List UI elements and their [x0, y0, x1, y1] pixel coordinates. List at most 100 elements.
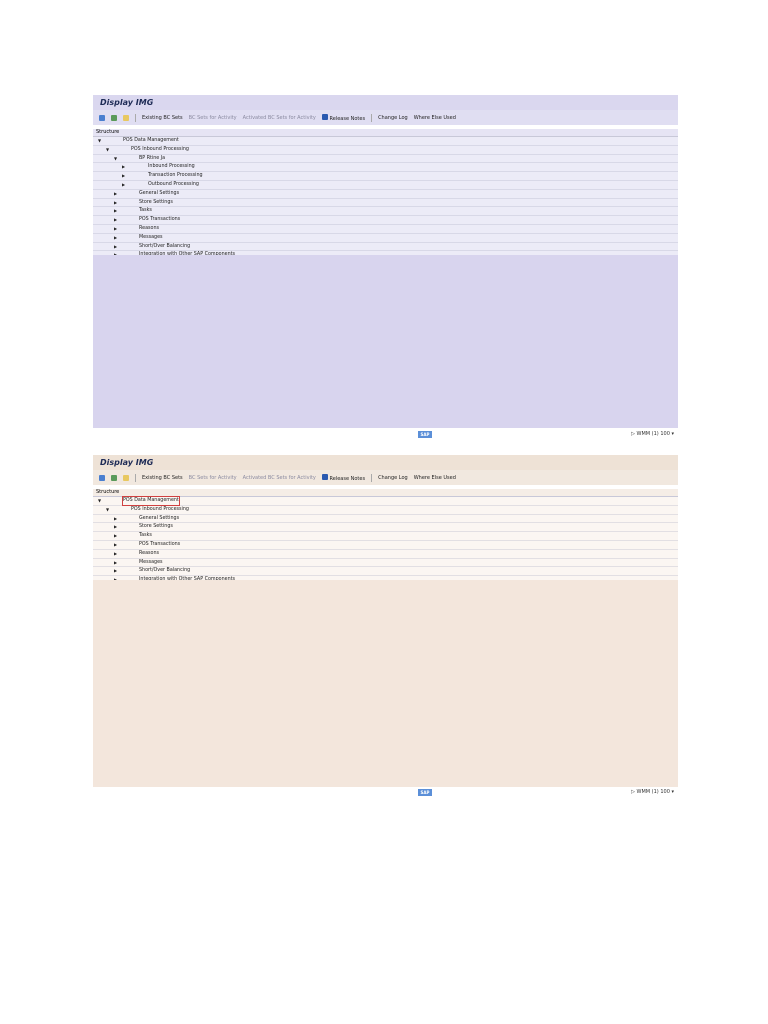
tree-node[interactable]: ▶ Inbound Processing — [93, 163, 678, 173]
collapse-arrow-icon[interactable]: ▼ — [106, 146, 109, 154]
tree-node[interactable]: ▼ BP Rtine Ja — [93, 155, 678, 164]
find-icon[interactable] — [99, 474, 105, 481]
release-notes-button[interactable]: Release Notes — [321, 113, 366, 122]
expand-arrow-icon[interactable]: ▶ — [114, 207, 117, 215]
tree-node-label[interactable]: General Settings — [139, 190, 179, 198]
display-img-window-2: Display IMG Existing BC Sets BC Sets for… — [93, 455, 678, 800]
tree-node[interactable]: ▶ Short/Over Balancing — [93, 567, 678, 577]
sap-logo: SAP — [418, 431, 432, 438]
tree-node[interactable]: ▶ Reasons — [93, 550, 678, 559]
expand-arrow-icon[interactable]: ▶ — [114, 234, 117, 242]
expand-arrow-icon[interactable]: ▶ — [114, 541, 117, 549]
tree-node-label[interactable]: Messages — [139, 559, 163, 567]
save-icon[interactable] — [111, 114, 117, 121]
activated-bc-sets-button[interactable]: Activated BC Sets for Activity — [243, 115, 316, 121]
save-icon[interactable] — [111, 474, 117, 481]
tree-node[interactable]: ▶ General Settings — [93, 190, 678, 199]
tree-node[interactable]: ▶ Transaction Processing — [93, 172, 678, 181]
tree-node-label[interactable]: POS Transactions — [139, 541, 180, 549]
tree-node-label[interactable]: BP Rtine Ja — [139, 155, 165, 163]
notes-icon[interactable] — [123, 474, 129, 481]
tree-node-label[interactable]: POS Transactions — [139, 216, 180, 224]
tree-node-label[interactable]: Messages — [139, 234, 163, 242]
structure-header: Structure — [93, 489, 678, 497]
expand-arrow-icon[interactable]: ▶ — [114, 532, 117, 540]
tree-node[interactable]: ▼ POS Inbound Processing — [93, 506, 678, 515]
tree-node[interactable]: ▶ Tasks — [93, 207, 678, 217]
tree-node[interactable]: ▼ POS Data Management — [93, 137, 678, 146]
expand-arrow-icon[interactable]: ▶ — [122, 181, 125, 189]
tree-node-label[interactable]: Reasons — [139, 550, 159, 558]
divider — [371, 473, 373, 482]
tree-node[interactable]: ▶ Store Settings — [93, 523, 678, 533]
tree-node[interactable]: ▼ POS Data Management — [93, 496, 678, 506]
tree-node-label[interactable]: General Settings — [139, 515, 179, 523]
toolbar: Existing BC Sets BC Sets for Activity Ac… — [93, 470, 678, 485]
tree-node-label[interactable]: Short/Over Balancing — [139, 243, 190, 251]
tree-node-label[interactable]: POS Data Management — [122, 496, 180, 506]
expand-arrow-icon[interactable]: ▶ — [114, 550, 117, 558]
collapse-arrow-icon[interactable]: ▼ — [106, 506, 109, 514]
tree-node-label[interactable]: Store Settings — [139, 199, 173, 207]
expand-arrow-icon[interactable]: ▶ — [114, 216, 117, 224]
tree-node[interactable]: ▶ POS Transactions — [93, 541, 678, 550]
tree-node-label[interactable]: Tasks — [139, 532, 152, 540]
expand-arrow-icon[interactable]: ▶ — [114, 225, 117, 233]
tree-node-label[interactable]: Store Settings — [139, 523, 173, 531]
collapse-arrow-icon[interactable]: ▼ — [114, 155, 117, 163]
expand-arrow-icon[interactable]: ▶ — [114, 190, 117, 198]
expand-arrow-icon[interactable]: ▶ — [122, 172, 125, 180]
tree-node-label[interactable]: POS Inbound Processing — [131, 506, 189, 514]
notes-icon[interactable] — [123, 114, 129, 121]
tree-node[interactable]: ▶ Reasons — [93, 225, 678, 234]
bc-sets-for-activity-button[interactable]: BC Sets for Activity — [189, 115, 237, 121]
system-info[interactable]: ▷ WMM (1) 100 ▾ — [631, 431, 674, 437]
tree-node-label[interactable]: Inbound Processing — [148, 163, 195, 171]
expand-arrow-icon[interactable]: ▶ — [114, 243, 117, 251]
tree-node-label[interactable]: Short/Over Balancing — [139, 567, 190, 575]
expand-arrow-icon[interactable]: ▶ — [114, 567, 117, 575]
tree-node[interactable]: ▶ POS Transactions — [93, 216, 678, 225]
display-img-window-1: Display IMG Existing BC Sets BC Sets for… — [93, 95, 678, 442]
existing-bc-sets-button[interactable]: Existing BC Sets — [142, 115, 183, 121]
tree-node[interactable]: ▶ General Settings — [93, 515, 678, 524]
tree-node[interactable]: ▶ Messages — [93, 559, 678, 568]
status-bar: SAP ▷ WMM (1) 100 ▾ — [93, 787, 678, 800]
where-used-button[interactable]: Where Else Used — [414, 115, 456, 121]
tree-node[interactable]: ▶ Outbound Processing — [93, 181, 678, 190]
bc-sets-for-activity-button[interactable]: BC Sets for Activity — [189, 475, 237, 481]
tree-node-label[interactable]: POS Data Management — [123, 137, 179, 145]
window-title: Display IMG — [93, 95, 678, 110]
existing-bc-sets-button[interactable]: Existing BC Sets — [142, 475, 183, 481]
tree-node[interactable]: ▶ Short/Over Balancing — [93, 243, 678, 252]
divider — [135, 473, 136, 482]
collapse-arrow-icon[interactable]: ▼ — [98, 497, 101, 505]
collapse-arrow-icon[interactable]: ▼ — [98, 137, 101, 145]
expand-arrow-icon[interactable]: ▶ — [114, 199, 117, 207]
release-notes-label: Release Notes — [329, 115, 366, 122]
expand-arrow-icon[interactable]: ▶ — [114, 515, 117, 523]
tree-node-label[interactable]: Tasks — [139, 207, 152, 215]
tree-node[interactable]: ▶ Tasks — [93, 532, 678, 541]
img-tree: ▼ POS Data Management ▼ POS Inbound Process… — [93, 137, 678, 269]
system-info[interactable]: ▷ WMM (1) 100 ▾ — [631, 789, 674, 795]
expand-arrow-icon[interactable]: ▶ — [114, 523, 117, 531]
tree-node[interactable]: ▶ Messages — [93, 234, 678, 243]
find-icon[interactable] — [99, 114, 105, 121]
tree-node-label[interactable]: POS Inbound Processing — [131, 146, 189, 154]
tree-node[interactable]: ▼ POS Inbound Processing — [93, 146, 678, 155]
change-log-button[interactable]: Change Log — [378, 115, 408, 121]
activated-bc-sets-button[interactable]: Activated BC Sets for Activity — [243, 475, 316, 481]
where-used-button[interactable]: Where Else Used — [414, 475, 456, 481]
toolbar: Existing BC Sets BC Sets for Activity Ac… — [93, 110, 678, 125]
expand-arrow-icon[interactable]: ▶ — [114, 559, 117, 567]
change-log-button[interactable]: Change Log — [378, 475, 408, 481]
expand-arrow-icon[interactable]: ▶ — [122, 163, 125, 171]
window-title: Display IMG — [93, 455, 678, 470]
tree-node-label[interactable]: Reasons — [139, 225, 159, 233]
tree-node-label[interactable]: Transaction Processing — [148, 172, 203, 180]
tree-node[interactable]: ▶ Store Settings — [93, 199, 678, 208]
tree-node-label[interactable]: Outbound Processing — [148, 181, 199, 189]
structure-header: Structure — [93, 129, 678, 137]
release-notes-button[interactable]: Release Notes — [321, 473, 365, 482]
